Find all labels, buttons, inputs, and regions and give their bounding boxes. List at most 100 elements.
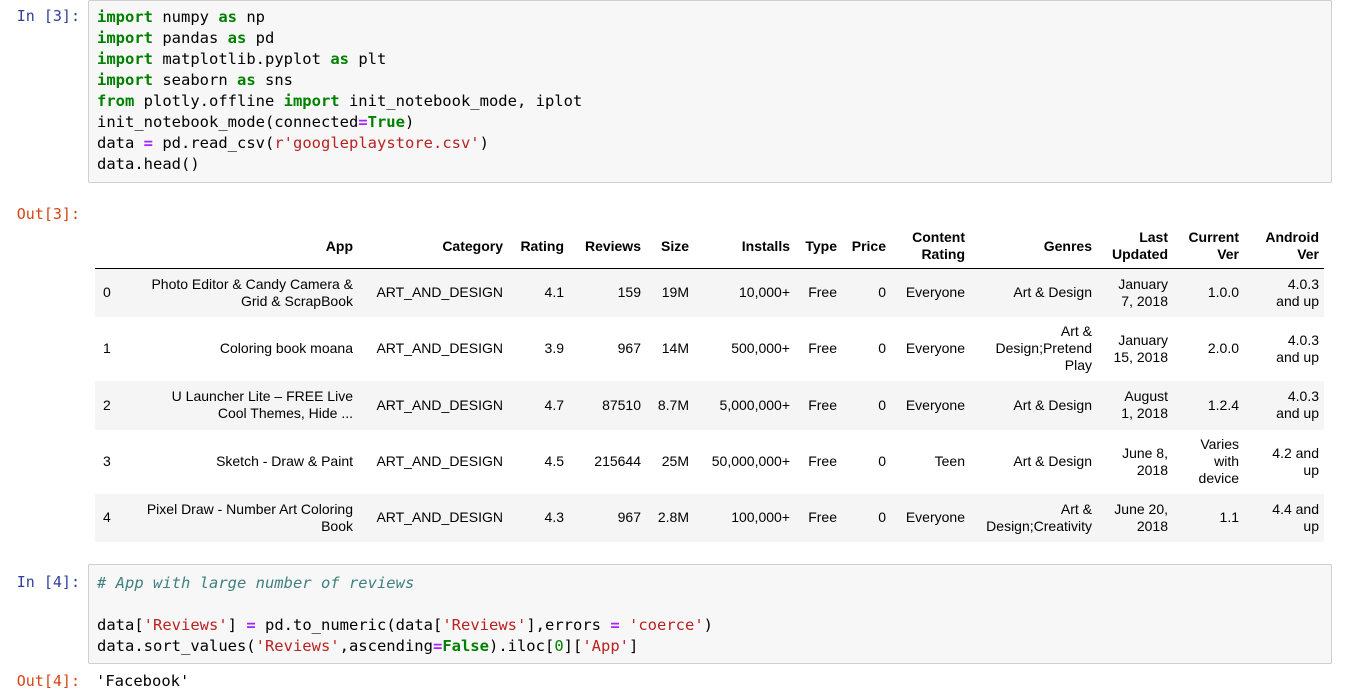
cell-text: 3	[103, 453, 111, 469]
table-cell: ART_AND_DESIGN	[358, 317, 508, 381]
code-line: import pandas as pd	[97, 28, 582, 49]
code-editor-3[interactable]: import numpy as np import pandas as pd imp…	[97, 7, 582, 175]
cell-text: Everyone	[905, 284, 965, 301]
column-header-text: Reviews	[584, 237, 641, 254]
cell-text: 0	[878, 340, 886, 356]
table-cell: 10,000+	[694, 269, 795, 317]
column-header: Last Updated	[1097, 224, 1173, 269]
table-cell: 4.0.3 and up	[1244, 317, 1324, 381]
table-cell: Art & Design;Pretend Play	[970, 317, 1097, 381]
cell-text: 7, 2018	[1121, 292, 1168, 309]
code-token: from	[97, 92, 135, 110]
in-prompt-4: In [4]:	[16, 573, 80, 591]
code-token: =	[358, 113, 368, 131]
cell-text: 1, 2018	[1121, 405, 1168, 421]
table-cell: U Launcher Lite – FREE Live Cool Themes, …	[129, 381, 358, 430]
cell-text: up	[1303, 461, 1319, 478]
table-cell: 2.8M	[646, 494, 694, 542]
cell-text: Art & Design	[1013, 284, 1092, 301]
cell-text: 0	[878, 509, 886, 525]
code-line: data.head()	[97, 154, 582, 175]
cell-text: 500,000+	[731, 340, 790, 356]
cell-text: 100,000+	[731, 509, 790, 525]
table-cell: 1.0.0	[1173, 269, 1244, 317]
code-token: 0	[554, 637, 564, 655]
cell-text: Coloring book moana	[219, 340, 353, 356]
column-header: Reviews	[569, 224, 646, 269]
code-token: pd.read_csv(	[153, 134, 275, 152]
cell-text: Everyone	[905, 396, 965, 413]
code-line: import numpy as np	[97, 7, 582, 28]
code-token: )	[479, 134, 489, 152]
cell-text: Play	[1064, 357, 1092, 373]
cell-text: Design;Pretend	[995, 340, 1092, 356]
cell-text: Art & Design	[1013, 453, 1092, 469]
cell-text: 4.5	[544, 453, 564, 469]
cell-text: ART_AND_DESIGN	[376, 396, 503, 413]
cell-text: 3.9	[544, 340, 564, 356]
column-header-text: Genres	[1043, 237, 1092, 254]
cell-text: 2.0.0	[1207, 340, 1239, 356]
table-cell: 967	[569, 494, 646, 542]
column-header	[95, 224, 129, 269]
code-token: pd.to_numeric(data[	[255, 616, 443, 634]
cell-text: 967	[617, 340, 641, 356]
row-index: 4	[95, 494, 129, 542]
code-token: 'Reviews'	[143, 616, 228, 634]
cell-text: 4	[103, 509, 111, 525]
code-token: import	[97, 50, 153, 68]
code-line: data.sort_values('Reviews',ascending=Fal…	[97, 636, 713, 657]
table-cell: 87510	[569, 381, 646, 430]
table-cell: Free	[795, 381, 842, 430]
cell-text: 1.1	[1219, 509, 1239, 525]
cell-text: Free	[808, 396, 837, 413]
row-index: 1	[95, 317, 129, 381]
table-cell: Free	[795, 317, 842, 381]
cell-text: Pixel Draw - Number Art Coloring	[146, 500, 353, 517]
table-cell: 0	[842, 494, 891, 542]
cell-text: 4.0.3	[1287, 388, 1319, 404]
table-cell: 0	[842, 381, 891, 430]
cell-text: Sketch - Draw & Paint	[216, 453, 353, 469]
code-editor-4[interactable]: # App with large number of reviews data['…	[97, 573, 713, 657]
cell-text: June 20,	[1114, 500, 1168, 517]
table-cell: June 8, 2018	[1097, 430, 1173, 494]
table-cell: 4.0.3 and up	[1244, 381, 1324, 430]
table-cell: 4.2 and up	[1244, 430, 1324, 494]
code-token: matplotlib.pyplot	[153, 50, 331, 68]
cell-text: 0	[103, 284, 111, 301]
code-token: 'App'	[582, 637, 629, 655]
code-token: as	[218, 8, 237, 26]
cell-text: 2018	[1136, 517, 1168, 534]
code-token: seaborn	[153, 71, 237, 89]
dataframe-header: App Category Rating Reviews Size Installs Type…	[95, 224, 1324, 269]
cell-text: Free	[808, 453, 837, 469]
cell-text: 4.7	[544, 396, 564, 413]
code-line: from plotly.offline import init_notebook…	[97, 91, 582, 112]
column-header-text: Size	[660, 237, 689, 254]
code-token: True	[367, 113, 405, 131]
column-header-text: Rating	[921, 246, 965, 262]
cell-text: January	[1118, 331, 1168, 348]
code-token: pandas	[153, 29, 228, 47]
code-token: plotly.offline	[134, 92, 284, 110]
table-cell: June 20, 2018	[1097, 494, 1173, 542]
code-token: =	[610, 616, 620, 634]
code-token: as	[227, 29, 247, 47]
code-cell-3[interactable]: import numpy as np import pandas as pd imp…	[88, 0, 1332, 183]
cell-text: ART_AND_DESIGN	[376, 340, 503, 356]
in-prompt-3: In [3]:	[16, 7, 80, 25]
cell-text: 19M	[661, 284, 689, 301]
code-token: False	[442, 637, 489, 655]
code-token: ][	[563, 637, 583, 655]
column-header-text: Rating	[520, 237, 564, 254]
cell-text: ART_AND_DESIGN	[376, 509, 503, 525]
dataframe-body: 0 Photo Editor & Candy Camera & Grid & Scr…	[95, 268, 1324, 542]
code-token: import	[97, 71, 153, 89]
code-cell-4[interactable]: # App with large number of reviews data['…	[88, 564, 1332, 664]
code-token: import	[97, 8, 153, 26]
code-token: init_notebook_mode, iplot	[339, 92, 583, 110]
column-header-text: Type	[805, 237, 837, 254]
code-token: =	[432, 637, 443, 655]
cell-text: ART_AND_DESIGN	[376, 453, 503, 469]
